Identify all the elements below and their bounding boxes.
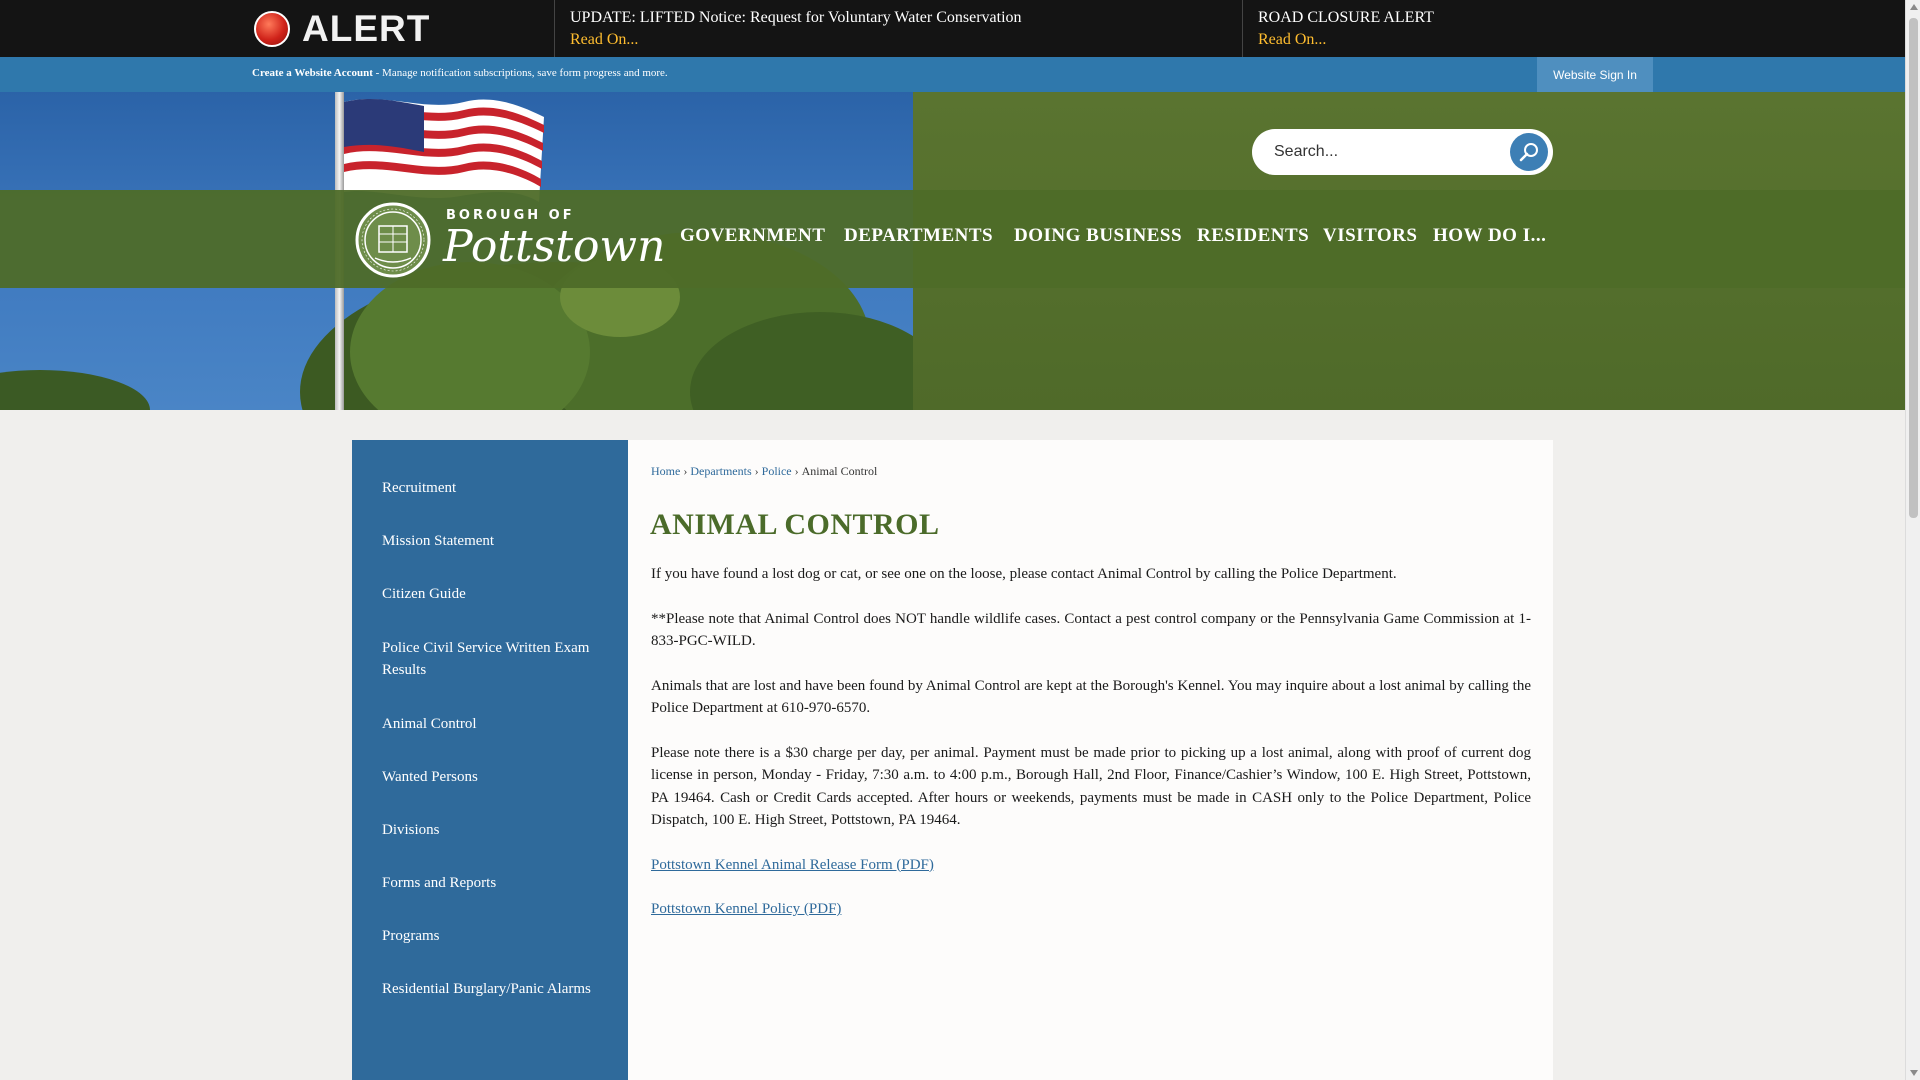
- kennel-policy-link[interactable]: Pottstown Kennel Policy (PDF): [651, 901, 841, 917]
- search-box: [1252, 129, 1553, 175]
- nav-how-do-i[interactable]: HOW DO I...: [1433, 225, 1546, 247]
- kennel-release-form-link[interactable]: Pottstown Kennel Animal Release Form (PD…: [651, 857, 934, 873]
- scroll-thumb[interactable]: [1909, 18, 1918, 518]
- scroll-down-arrow-icon[interactable]: [1910, 1070, 1918, 1076]
- breadcrumb-departments[interactable]: Departments: [690, 464, 751, 478]
- sidebar-item-wanted-persons[interactable]: Wanted Persons: [382, 766, 602, 788]
- nav-departments[interactable]: DEPARTMENTS: [844, 225, 993, 247]
- breadcrumb-separator: ›: [683, 464, 688, 478]
- alert-icon: [254, 11, 290, 47]
- sidebar-item-forms-and-reports[interactable]: Forms and Reports: [382, 872, 602, 894]
- breadcrumb-home[interactable]: Home: [651, 464, 680, 478]
- breadcrumb-current: Animal Control: [801, 464, 878, 478]
- logo-pottstown: Pottstown: [443, 221, 666, 272]
- alert-read-on-link[interactable]: Read On...: [1258, 29, 1642, 51]
- alert-title: ALERT: [302, 8, 431, 49]
- search-icon: [1519, 143, 1538, 162]
- page-title: ANIMAL CONTROL: [650, 508, 940, 541]
- account-bar: Create a Website Account - Manage notifi…: [0, 57, 1905, 92]
- sidebar-item-recruitment[interactable]: Recruitment: [382, 477, 602, 499]
- nav-visitors[interactable]: VISITORS: [1323, 225, 1417, 247]
- website-sign-in-button[interactable]: Website Sign In: [1537, 57, 1653, 92]
- breadcrumb-separator: ›: [754, 464, 759, 478]
- alert-label: ALERT: [254, 6, 430, 52]
- paragraph-lost-pet: If you have found a lost dog or cat, or …: [651, 566, 1397, 582]
- nav-government[interactable]: GOVERNMENT: [680, 225, 825, 247]
- borough-seal-icon: [355, 202, 431, 278]
- paragraph-wildlife: **Please note that Animal Control does N…: [651, 610, 1531, 650]
- alert-bar: ALERT UPDATE: LIFTED Notice: Request for…: [0, 0, 1905, 57]
- logo-text: BOROUGH OF Pottstown: [443, 209, 665, 271]
- breadcrumb-separator: ›: [794, 464, 799, 478]
- scroll-up-arrow-icon[interactable]: [1910, 4, 1918, 10]
- paragraph-fees: Please note there is a $30 charge per da…: [651, 744, 1531, 829]
- main-content: Home › Departments › Police › Animal Control A…: [628, 440, 1553, 1080]
- page-scrollbar[interactable]: [1905, 0, 1920, 1080]
- breadcrumb-police[interactable]: Police: [762, 464, 792, 478]
- account-notice: Create a Website Account - Manage notifi…: [252, 67, 668, 79]
- header-banner: [0, 92, 1905, 410]
- sidebar-item-civil-service-exam[interactable]: Police Civil Service Written Exam Result…: [382, 637, 602, 681]
- american-flag-image: [344, 99, 544, 202]
- sidebar-item-burglary-panic-alarms[interactable]: Residential Burglary/Panic Alarms: [382, 978, 602, 1000]
- alert-item-road-closure[interactable]: ROAD CLOSURE ALERT Read On...: [1242, 0, 1642, 57]
- sidebar-nav: Recruitment Mission Statement Citizen Gu…: [352, 440, 628, 1080]
- breadcrumb: Home › Departments › Police › Animal Control: [651, 464, 877, 479]
- site-logo[interactable]: BOROUGH OF Pottstown: [355, 202, 665, 278]
- sidebar-item-divisions[interactable]: Divisions: [382, 819, 602, 841]
- page-body: If you have found a lost dog or cat, or …: [651, 563, 1531, 943]
- sidebar-item-animal-control[interactable]: Animal Control: [382, 713, 602, 735]
- search-button[interactable]: [1510, 133, 1548, 171]
- create-account-link[interactable]: Create a Website Account: [252, 67, 373, 79]
- alert-item-water[interactable]: UPDATE: LIFTED Notice: Request for Volun…: [554, 0, 1242, 57]
- account-description: - Manage notification subscriptions, sav…: [372, 67, 668, 79]
- sidebar-item-programs[interactable]: Programs: [382, 925, 602, 947]
- sidebar-item-citizen-guide[interactable]: Citizen Guide: [382, 583, 602, 605]
- alert-read-on-link[interactable]: Read On...: [570, 29, 1242, 51]
- sidebar-item-mission-statement[interactable]: Mission Statement: [382, 530, 602, 552]
- paragraph-kennel: Animals that are lost and have been foun…: [651, 677, 1531, 717]
- nav-residents[interactable]: RESIDENTS: [1197, 225, 1309, 247]
- alert-item-title[interactable]: ROAD CLOSURE ALERT: [1258, 7, 1642, 29]
- search-input[interactable]: [1272, 139, 1502, 165]
- alert-item-title[interactable]: UPDATE: LIFTED Notice: Request for Volun…: [570, 7, 1242, 29]
- nav-doing-business[interactable]: DOING BUSINESS: [1014, 225, 1182, 247]
